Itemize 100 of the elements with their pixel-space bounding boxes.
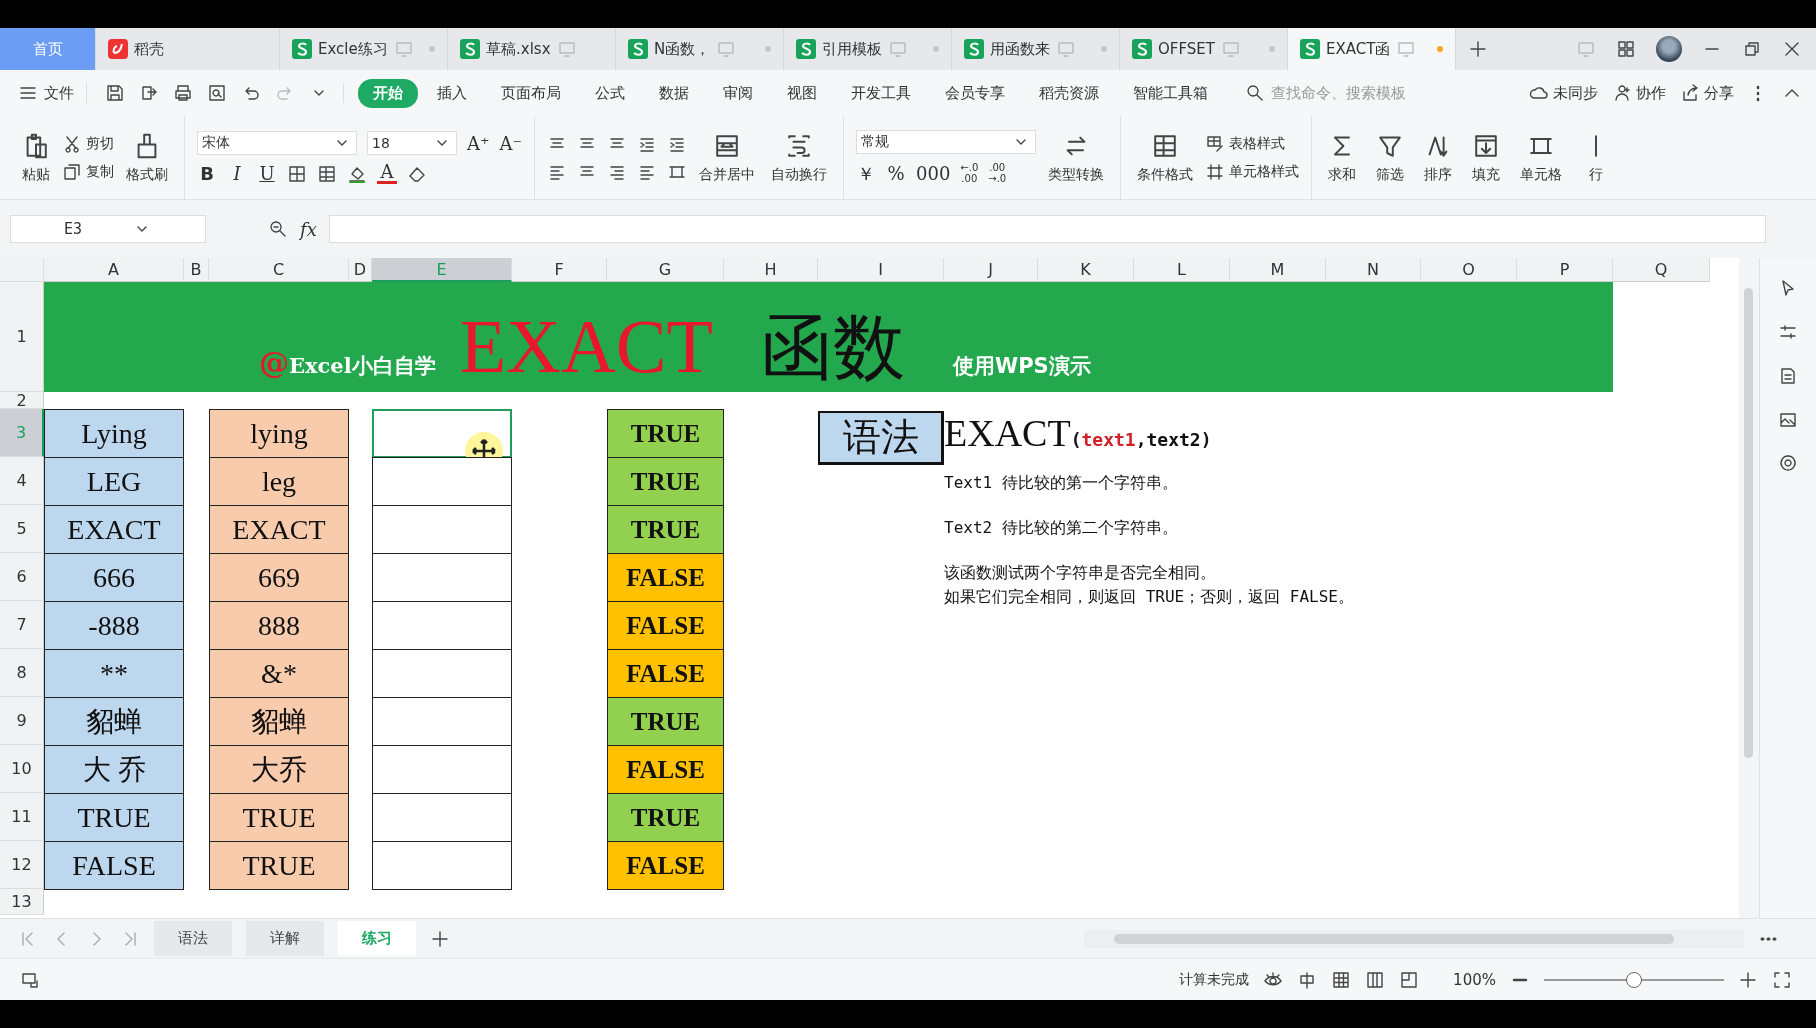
user-avatar[interactable] <box>1656 36 1682 62</box>
table-style-button[interactable]: 表格样式 <box>1205 133 1299 154</box>
zoom-dropdown[interactable]: 100% <box>1453 970 1496 989</box>
sheet-tab[interactable]: 语法 <box>154 921 232 956</box>
add-sheet-icon[interactable] <box>430 928 450 949</box>
share-icon[interactable] <box>1680 83 1700 103</box>
page-break-icon[interactable] <box>1399 969 1420 990</box>
zoom-icon[interactable] <box>268 219 288 239</box>
number-format-button[interactable]: 000 <box>916 163 951 184</box>
toolbar-button[interactable]: 筛选 <box>1372 129 1408 186</box>
format-painter-button[interactable]: 格式刷 <box>122 129 172 186</box>
decimal-button[interactable]: .00 →.0 <box>988 163 1007 184</box>
toolbar-button[interactable]: 分享 <box>1680 83 1734 103</box>
horizontal-scrollbar[interactable] <box>1084 929 1744 948</box>
column-header[interactable]: L <box>1134 258 1230 282</box>
type-convert-button[interactable]: 类型转换 <box>1044 129 1108 186</box>
toolbar-button[interactable]: 单元格 <box>1516 129 1566 186</box>
column-header[interactable]: B <box>184 258 209 282</box>
copy-button[interactable]: 复制 <box>62 161 114 182</box>
wrap-text-button[interactable]: 自动换行 <box>767 129 831 186</box>
cell-style-button[interactable]: 单元格样式 <box>1205 161 1299 182</box>
column-header[interactable]: Q <box>1613 258 1710 282</box>
sheet-tab[interactable]: 详解 <box>246 921 324 956</box>
selected-cell[interactable] <box>372 409 512 458</box>
empty-cell[interactable] <box>372 649 512 698</box>
sliders-icon[interactable] <box>1778 322 1798 342</box>
document-icon[interactable] <box>1778 366 1798 386</box>
row-header[interactable]: 7 <box>0 601 44 649</box>
table-style-icon[interactable] <box>1205 133 1225 154</box>
row-header[interactable]: 2 <box>0 392 44 409</box>
font-size-dropdown[interactable]: 18 <box>367 131 457 155</box>
restore-icon[interactable] <box>1742 39 1762 59</box>
ribbon-tab[interactable]: 页面布局 <box>486 78 576 108</box>
row-header[interactable]: 10 <box>0 745 44 793</box>
document-tab[interactable]: EXACT函 <box>1288 28 1456 70</box>
export-icon[interactable] <box>139 83 159 103</box>
row-header[interactable]: 1 <box>0 282 44 392</box>
toolbar-button[interactable]: 行 <box>1578 129 1614 186</box>
toolbar-button[interactable]: 求和 <box>1324 129 1360 186</box>
page-layout-icon[interactable] <box>1365 969 1386 990</box>
empty-cell[interactable] <box>372 505 512 554</box>
empty-cell[interactable] <box>372 697 512 746</box>
column-header[interactable]: P <box>1517 258 1613 282</box>
save-icon[interactable] <box>105 83 125 103</box>
vertical-scrollbar[interactable] <box>1739 258 1760 918</box>
number-format-dropdown[interactable]: 常规 <box>856 129 1036 154</box>
empty-cell[interactable] <box>372 553 512 602</box>
number-format-button[interactable]: ￥ <box>856 161 876 186</box>
cell-style-icon[interactable] <box>1205 161 1225 182</box>
empty-cell[interactable] <box>372 745 512 794</box>
normal-view-icon[interactable] <box>1331 969 1352 990</box>
toolbar-button[interactable]: 填充 <box>1468 129 1504 186</box>
toolbar-button[interactable]: 未同步 <box>1529 83 1598 103</box>
font-size-button[interactable]: A⁺ <box>467 132 490 154</box>
row-header[interactable]: 11 <box>0 793 44 841</box>
name-box[interactable]: E3 <box>10 215 206 243</box>
font-size-button[interactable]: A⁻ <box>499 132 522 154</box>
target-icon[interactable] <box>1778 454 1798 474</box>
column-header[interactable]: J <box>944 258 1038 282</box>
file-menu[interactable]: 文件 <box>18 83 87 103</box>
merge-center-button[interactable]: 合并居中 <box>695 129 759 186</box>
column-header[interactable]: A <box>44 258 184 282</box>
empty-cell[interactable] <box>372 457 512 506</box>
apps-icon[interactable] <box>1616 39 1636 59</box>
conditional-format-button[interactable]: 条件格式 <box>1133 129 1197 186</box>
copy-icon[interactable] <box>62 161 82 182</box>
row-header[interactable]: 9 <box>0 697 44 745</box>
function-label[interactable]: fx <box>300 218 317 240</box>
row-header[interactable]: 13 <box>0 889 44 915</box>
decimal-button[interactable]: ←.0 .00 <box>960 163 979 184</box>
row-header[interactable]: 4 <box>0 457 44 505</box>
row-header[interactable]: 12 <box>0 841 44 889</box>
empty-cell[interactable] <box>372 601 512 650</box>
format-button[interactable]: U <box>257 163 277 184</box>
cell-format-icon[interactable] <box>317 163 337 184</box>
new-tab-icon[interactable] <box>1468 39 1488 59</box>
empty-cell[interactable] <box>372 841 512 890</box>
column-header[interactable]: O <box>1421 258 1517 282</box>
toolbar-button[interactable]: 协作 <box>1612 83 1666 103</box>
column-header[interactable]: K <box>1038 258 1134 282</box>
ribbon-tab[interactable]: 数据 <box>644 78 704 108</box>
font-color-button[interactable]: A <box>377 163 397 184</box>
column-header[interactable]: F <box>512 258 607 282</box>
ribbon-tab[interactable]: 公式 <box>580 78 640 108</box>
number-format-button[interactable]: % <box>886 163 906 184</box>
formula-field[interactable] <box>328 215 1766 243</box>
print-preview-icon[interactable] <box>207 83 227 103</box>
empty-cell[interactable] <box>372 793 512 842</box>
search-icon[interactable] <box>1245 83 1265 103</box>
column-header[interactable]: N <box>1326 258 1421 282</box>
format-button[interactable]: B <box>197 163 217 184</box>
column-header[interactable]: I <box>818 258 944 282</box>
font-dropdown[interactable]: 宋体 <box>197 131 357 155</box>
borders-icon[interactable] <box>287 163 307 184</box>
slider-thumb[interactable] <box>1626 971 1642 988</box>
cut-button[interactable]: 剪切 <box>62 133 114 154</box>
paste-button[interactable]: 粘贴 <box>18 129 54 186</box>
ribbon-tab[interactable]: 智能工具箱 <box>1118 78 1223 108</box>
print-icon[interactable] <box>173 83 193 103</box>
image-icon[interactable] <box>1778 410 1798 430</box>
